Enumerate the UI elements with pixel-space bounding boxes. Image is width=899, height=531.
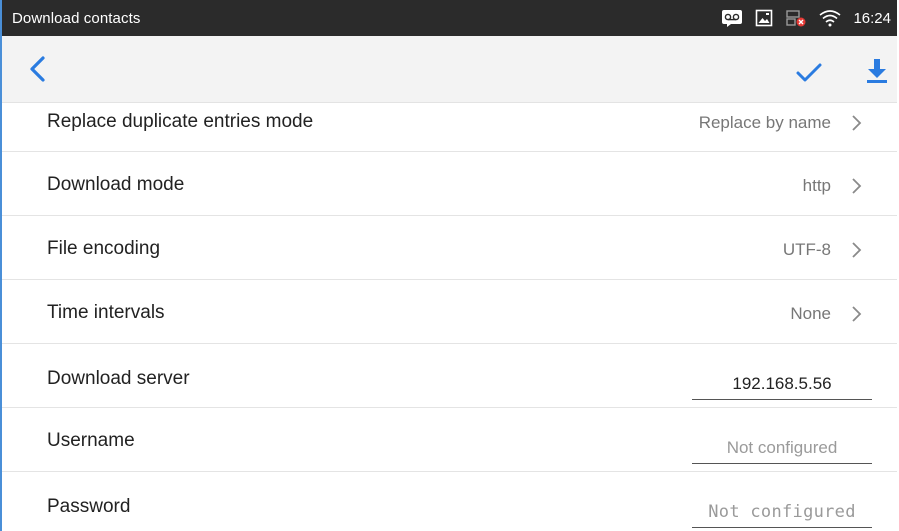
download-icon [862, 59, 892, 90]
setting-download-server: Download server 192.168.5.56 [2, 344, 897, 408]
image-icon [755, 9, 773, 27]
password-input[interactable]: Not configured [692, 502, 872, 528]
setting-value: None [790, 304, 831, 323]
setting-value: UTF-8 [782, 240, 831, 259]
setting-label: Download server [47, 368, 190, 389]
check-icon [794, 63, 824, 92]
setting-label: Username [47, 430, 135, 451]
setting-label: Replace duplicate entries mode [47, 111, 314, 132]
app-window: Download contacts 16:24 Replace duplicat… [0, 0, 897, 531]
setting-label: File encoding [47, 238, 161, 259]
chevron-right-icon [851, 177, 863, 195]
settings-list: Replace duplicate entries mode Replace b… [2, 103, 897, 531]
setting-replace-duplicate-mode[interactable]: Replace duplicate entries mode Replace b… [2, 103, 897, 152]
setting-label: Time intervals [47, 302, 165, 323]
network-disconnected-icon [785, 9, 807, 27]
setting-label: Download mode [47, 174, 185, 195]
chevron-right-icon [851, 305, 863, 323]
username-input[interactable]: Not configured [692, 438, 872, 464]
setting-time-intervals[interactable]: Time intervals None [2, 280, 897, 344]
chevron-right-icon [851, 114, 863, 132]
wifi-icon [819, 9, 841, 27]
status-icons: 16:24 [721, 0, 891, 36]
setting-password: Password Not configured [2, 472, 897, 531]
back-button[interactable] [24, 54, 54, 84]
setting-username: Username Not configured [2, 408, 897, 472]
download-server-input[interactable]: 192.168.5.56 [692, 374, 872, 400]
setting-download-mode[interactable]: Download mode http [2, 152, 897, 216]
status-bar: Download contacts 16:24 [2, 0, 897, 36]
status-time: 16:24 [853, 9, 891, 27]
status-bar-title: Download contacts [12, 9, 141, 27]
chevron-right-icon [851, 241, 863, 259]
setting-label: Password [47, 496, 131, 517]
download-button[interactable] [862, 56, 892, 86]
confirm-button[interactable] [794, 58, 824, 88]
toolbar [2, 36, 897, 103]
setting-value: http [802, 176, 831, 195]
voicemail-icon [721, 9, 743, 27]
chevron-left-icon [24, 56, 54, 88]
setting-value: Replace by name [698, 113, 831, 132]
setting-file-encoding[interactable]: File encoding UTF-8 [2, 216, 897, 280]
